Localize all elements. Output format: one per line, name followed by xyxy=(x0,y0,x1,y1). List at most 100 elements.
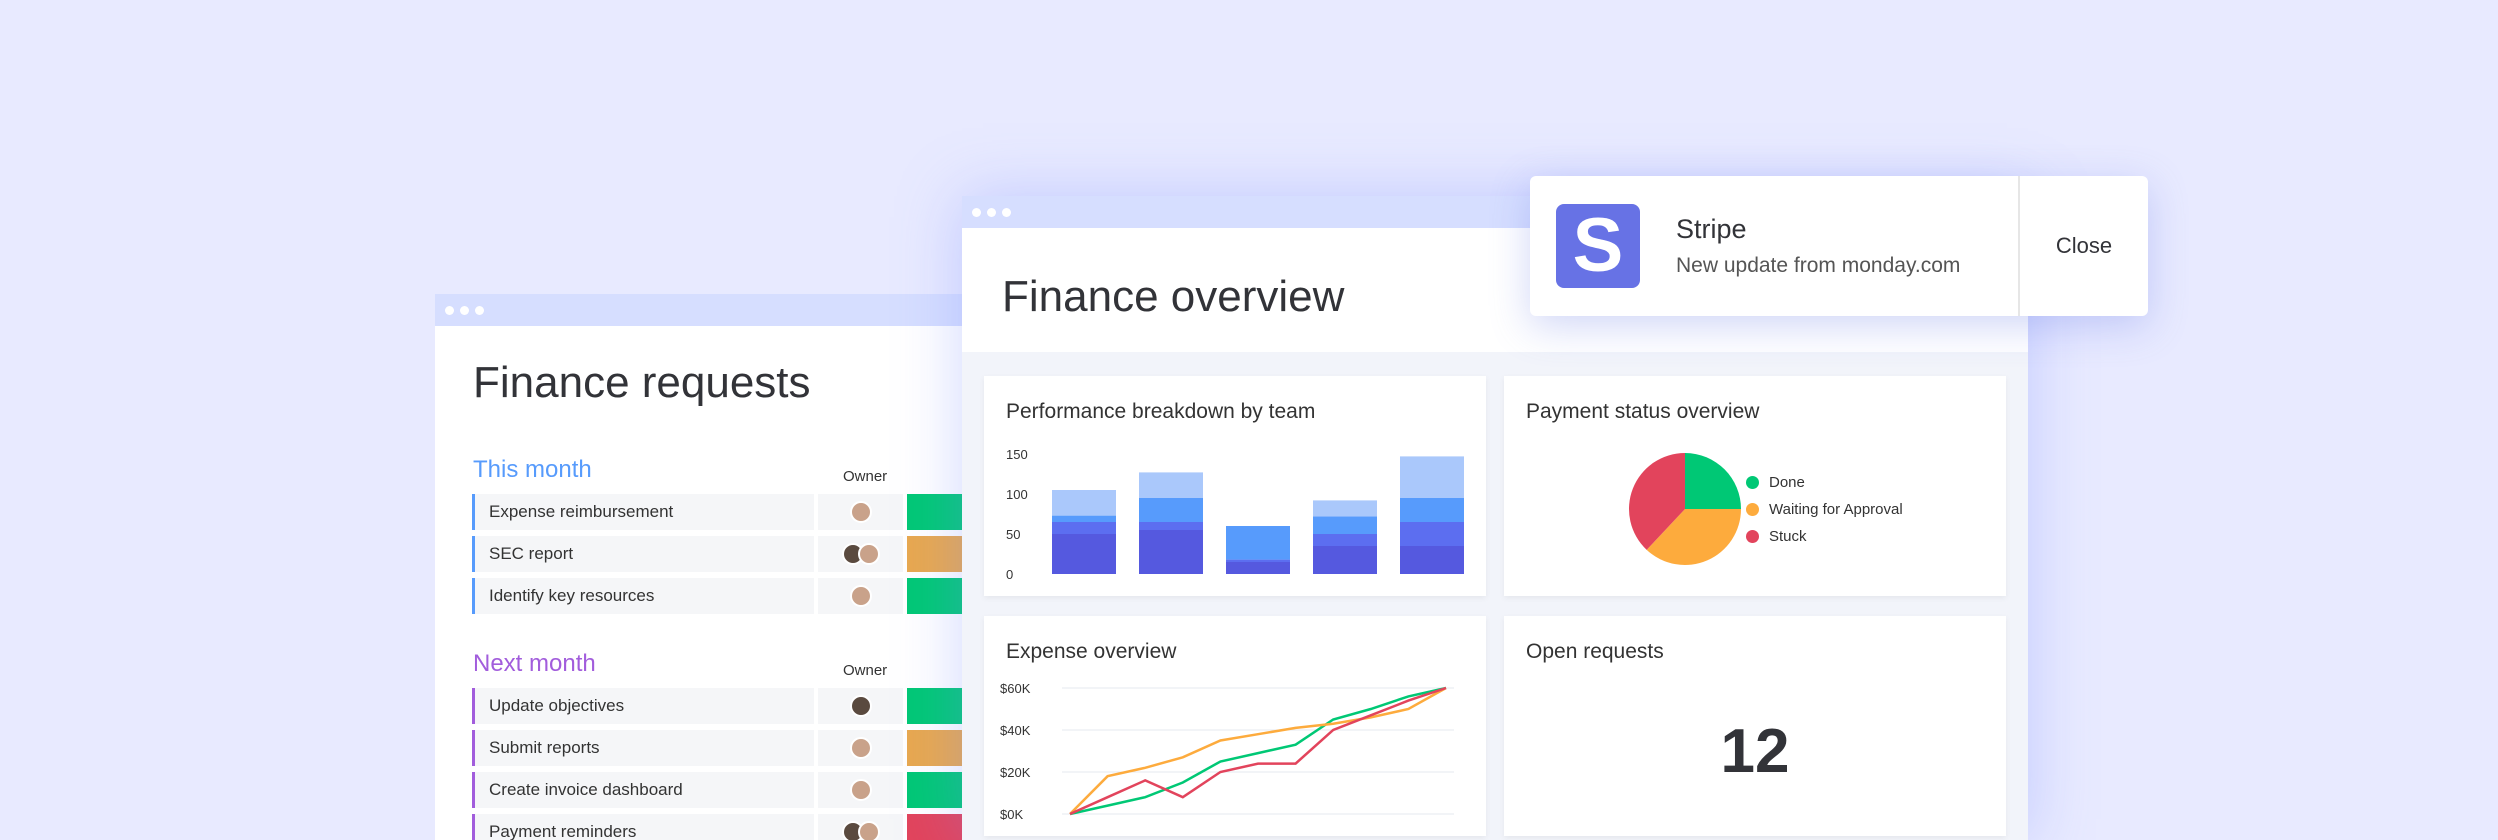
y-tick-label: 150 xyxy=(1006,447,1028,462)
status-cell[interactable] xyxy=(907,730,967,766)
bar-segment xyxy=(1052,534,1116,574)
status-cell[interactable] xyxy=(907,688,967,724)
pie-slice xyxy=(1685,453,1741,509)
avatar xyxy=(857,821,880,840)
legend-label: Stuck xyxy=(1769,528,1807,545)
stripe-notification[interactable]: S Stripe New update from monday.com Clos… xyxy=(1530,176,2148,316)
stripe-logo-icon: S xyxy=(1556,204,1640,288)
bar-segment xyxy=(1226,562,1290,574)
owner-cell[interactable] xyxy=(818,730,903,766)
bar-segment xyxy=(1313,546,1377,574)
y-tick-label: $20K xyxy=(1000,765,1031,780)
legend-item-done: Done xyxy=(1746,474,1805,491)
bar-segment xyxy=(1400,456,1464,498)
y-tick-label: 50 xyxy=(1006,527,1020,542)
window-dot xyxy=(445,305,454,315)
bar-segment xyxy=(1052,515,1116,522)
bar-segment xyxy=(1400,522,1464,546)
expense-line-chart: $60K $40K $20K $0K xyxy=(1000,681,1454,822)
finance-requests-window: Finance requests This month Owner Expens… xyxy=(435,294,995,840)
item-name[interactable]: SEC report xyxy=(472,536,814,572)
open-requests-card[interactable]: Open requests 12 xyxy=(1504,616,2006,836)
bar-segment xyxy=(1139,498,1203,522)
y-tick-label: $40K xyxy=(1000,723,1031,738)
close-button[interactable]: Close xyxy=(2020,176,2148,316)
item-name[interactable]: Payment reminders xyxy=(472,814,814,840)
payment-status-card[interactable]: Payment status overview Done Waiting for… xyxy=(1504,376,2006,596)
owner-column-header: Owner xyxy=(843,662,888,679)
bar-segment xyxy=(1139,472,1203,498)
table-row[interactable]: Update objectives xyxy=(472,688,967,724)
status-cell[interactable] xyxy=(907,536,967,572)
bar-segment xyxy=(1400,498,1464,522)
window-dot xyxy=(1002,207,1011,217)
owner-cell[interactable] xyxy=(818,772,903,808)
bar-segment xyxy=(1313,534,1377,546)
group-title-this-month[interactable]: This month xyxy=(473,456,592,484)
bar-segment xyxy=(1139,530,1203,574)
owner-cell[interactable] xyxy=(818,814,903,840)
bar-segment xyxy=(1313,516,1377,534)
legend-dot xyxy=(1746,476,1759,489)
owner-column-header: Owner xyxy=(843,468,888,485)
bar-segment xyxy=(1226,559,1290,562)
y-tick-label: 0 xyxy=(1006,567,1013,582)
performance-bar-chart: 150 100 50 0 xyxy=(1006,447,1464,582)
page-title: Finance requests xyxy=(473,358,811,407)
table-row[interactable]: Submit reports xyxy=(472,730,967,766)
owner-cell[interactable] xyxy=(818,578,903,614)
item-name[interactable]: Update objectives xyxy=(472,688,814,724)
avatar xyxy=(849,695,872,717)
table-row[interactable]: Payment reminders xyxy=(472,814,967,840)
avatar xyxy=(849,779,872,801)
legend-dot xyxy=(1746,503,1759,516)
avatar xyxy=(849,737,872,759)
owner-cell[interactable] xyxy=(818,688,903,724)
status-cell[interactable] xyxy=(907,814,967,840)
legend-item-stuck: Stuck xyxy=(1746,528,1807,545)
y-tick-label: $0K xyxy=(1000,807,1023,822)
item-name[interactable]: Submit reports xyxy=(472,730,814,766)
legend-dot xyxy=(1746,530,1759,543)
bar-segment xyxy=(1400,546,1464,574)
legend-label: Waiting for Approval xyxy=(1769,501,1903,518)
item-name[interactable]: Identify key resources xyxy=(472,578,814,614)
bar-segment xyxy=(1052,490,1116,516)
table-row[interactable]: Expense reimbursement xyxy=(472,494,967,530)
window-dot xyxy=(972,207,981,217)
item-name[interactable]: Create invoice dashboard xyxy=(472,772,814,808)
bar-segment xyxy=(1313,500,1377,517)
table-row[interactable]: Create invoice dashboard xyxy=(472,772,967,808)
group-title-next-month[interactable]: Next month xyxy=(473,650,596,678)
y-tick-label: $60K xyxy=(1000,681,1031,696)
status-cell[interactable] xyxy=(907,578,967,614)
card-title: Open requests xyxy=(1526,640,1664,663)
y-tick-label: 100 xyxy=(1006,487,1028,502)
table-row[interactable]: SEC report xyxy=(472,536,967,572)
bar-segment xyxy=(1052,522,1116,534)
notification-title: Stripe xyxy=(1676,214,1747,244)
status-cell[interactable] xyxy=(907,494,967,530)
expense-card[interactable]: Expense overview $60K $40K $20K $0K xyxy=(984,616,1486,836)
performance-card[interactable]: Performance breakdown by team 150 100 50 0 xyxy=(984,376,1486,596)
page-title: Finance overview xyxy=(1002,272,1345,321)
avatar xyxy=(849,585,872,607)
status-cell[interactable] xyxy=(907,772,967,808)
open-requests-count: 12 xyxy=(1720,717,1790,786)
legend-item-waiting: Waiting for Approval xyxy=(1746,501,1903,518)
window-dot xyxy=(460,305,469,315)
table-row[interactable]: Identify key resources xyxy=(472,578,967,614)
bar-segment xyxy=(1226,526,1290,560)
window-titlebar xyxy=(435,294,995,326)
owner-cell[interactable] xyxy=(818,536,903,572)
owner-cell[interactable] xyxy=(818,494,903,530)
bar-segment xyxy=(1139,522,1203,530)
series-line xyxy=(1069,686,1447,816)
item-name[interactable]: Expense reimbursement xyxy=(472,494,814,530)
window-dot xyxy=(475,305,484,315)
avatar xyxy=(857,543,880,565)
window-dot xyxy=(987,207,996,217)
legend-label: Done xyxy=(1769,474,1805,491)
avatar xyxy=(849,501,872,523)
notification-message: New update from monday.com xyxy=(1676,254,1961,277)
